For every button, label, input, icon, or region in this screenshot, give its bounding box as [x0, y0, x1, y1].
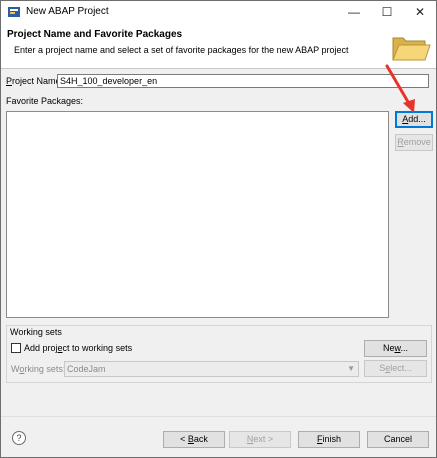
working-sets-label: Working sets:: [11, 364, 66, 374]
new-working-set-button[interactable]: New...: [364, 340, 427, 357]
page-description: Enter a project name and select a set of…: [14, 45, 349, 55]
working-sets-combo-value: CodeJam: [67, 364, 106, 374]
red-arrow-annotation: [385, 64, 415, 113]
cancel-button[interactable]: Cancel: [367, 431, 429, 448]
next-button[interactable]: Next >: [229, 431, 291, 448]
back-button[interactable]: < Back: [163, 431, 225, 448]
title-bar: New ABAP Project — ☐ ✕: [1, 1, 436, 24]
favorite-packages-list[interactable]: [6, 111, 389, 318]
remove-package-button[interactable]: Remove: [395, 134, 433, 151]
finish-button[interactable]: Finish: [298, 431, 360, 448]
project-name-label: Project Name:: [6, 76, 64, 86]
favorite-packages-label: Favorite Packages:: [6, 96, 84, 106]
close-button[interactable]: ✕: [404, 1, 436, 24]
header-separator: [1, 68, 436, 69]
add-to-working-sets-checkbox[interactable]: [11, 343, 21, 353]
help-icon[interactable]: ?: [12, 431, 26, 445]
chevron-down-icon: ▼: [347, 364, 355, 373]
folder-icon: [389, 29, 431, 65]
footer-separator: [1, 416, 436, 417]
wizard-header: Project Name and Favorite Packages Enter…: [1, 24, 436, 68]
working-sets-group-label: Working sets: [10, 327, 62, 337]
working-sets-combo[interactable]: CodeJam ▼: [64, 361, 359, 377]
select-working-set-button[interactable]: Select...: [364, 360, 427, 377]
project-name-input[interactable]: [57, 74, 429, 88]
eclipse-app-icon: [8, 7, 20, 17]
add-to-working-sets-label[interactable]: Add project to working sets: [24, 343, 132, 353]
maximize-button[interactable]: ☐: [371, 1, 403, 24]
minimize-button[interactable]: —: [338, 1, 370, 24]
page-title: Project Name and Favorite Packages: [7, 29, 183, 40]
new-abap-project-dialog: New ABAP Project — ☐ ✕ Project Name and …: [0, 0, 437, 458]
window-title: New ABAP Project: [26, 6, 109, 17]
